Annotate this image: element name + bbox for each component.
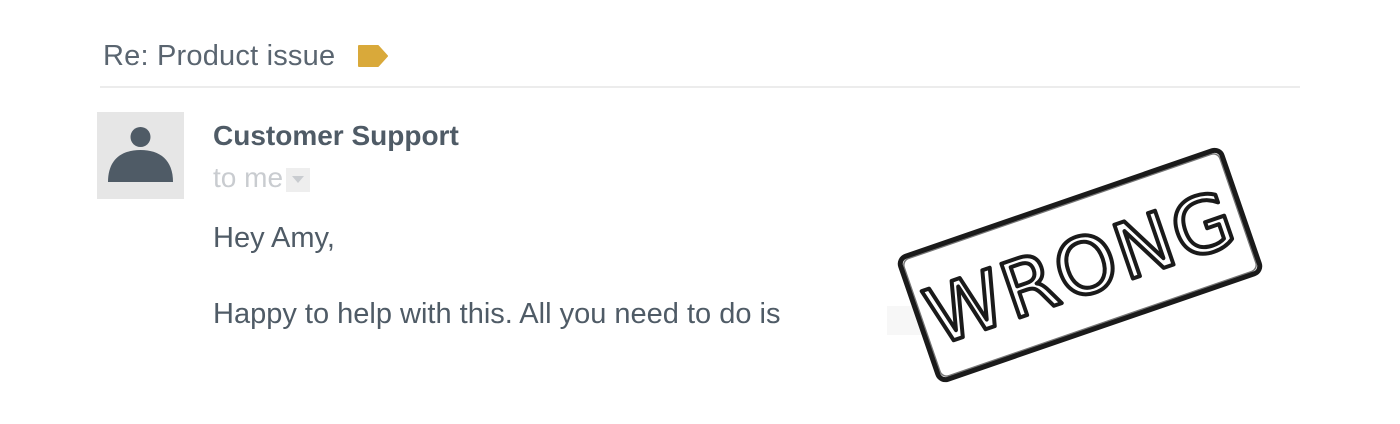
sender-name: Customer Support	[213, 120, 459, 151]
recipient-label: to me	[213, 162, 284, 193]
recipient-details-toggle[interactable]	[286, 168, 311, 192]
email-greeting: Hey Amy,	[213, 222, 335, 254]
avatar	[97, 112, 184, 199]
person-icon	[108, 127, 173, 182]
recipient-row: to me	[213, 160, 311, 196]
subject-divider	[100, 86, 1300, 88]
email-subject: Re: Product issue	[103, 39, 336, 72]
chevron-down-icon	[292, 176, 305, 183]
subject-row: Re: Product issue	[103, 36, 389, 76]
email-body-line: Happy to help with this. All you need to…	[213, 298, 781, 330]
wrong-stamp: WRONG	[897, 147, 1263, 383]
label-tag-icon[interactable]	[357, 44, 389, 68]
